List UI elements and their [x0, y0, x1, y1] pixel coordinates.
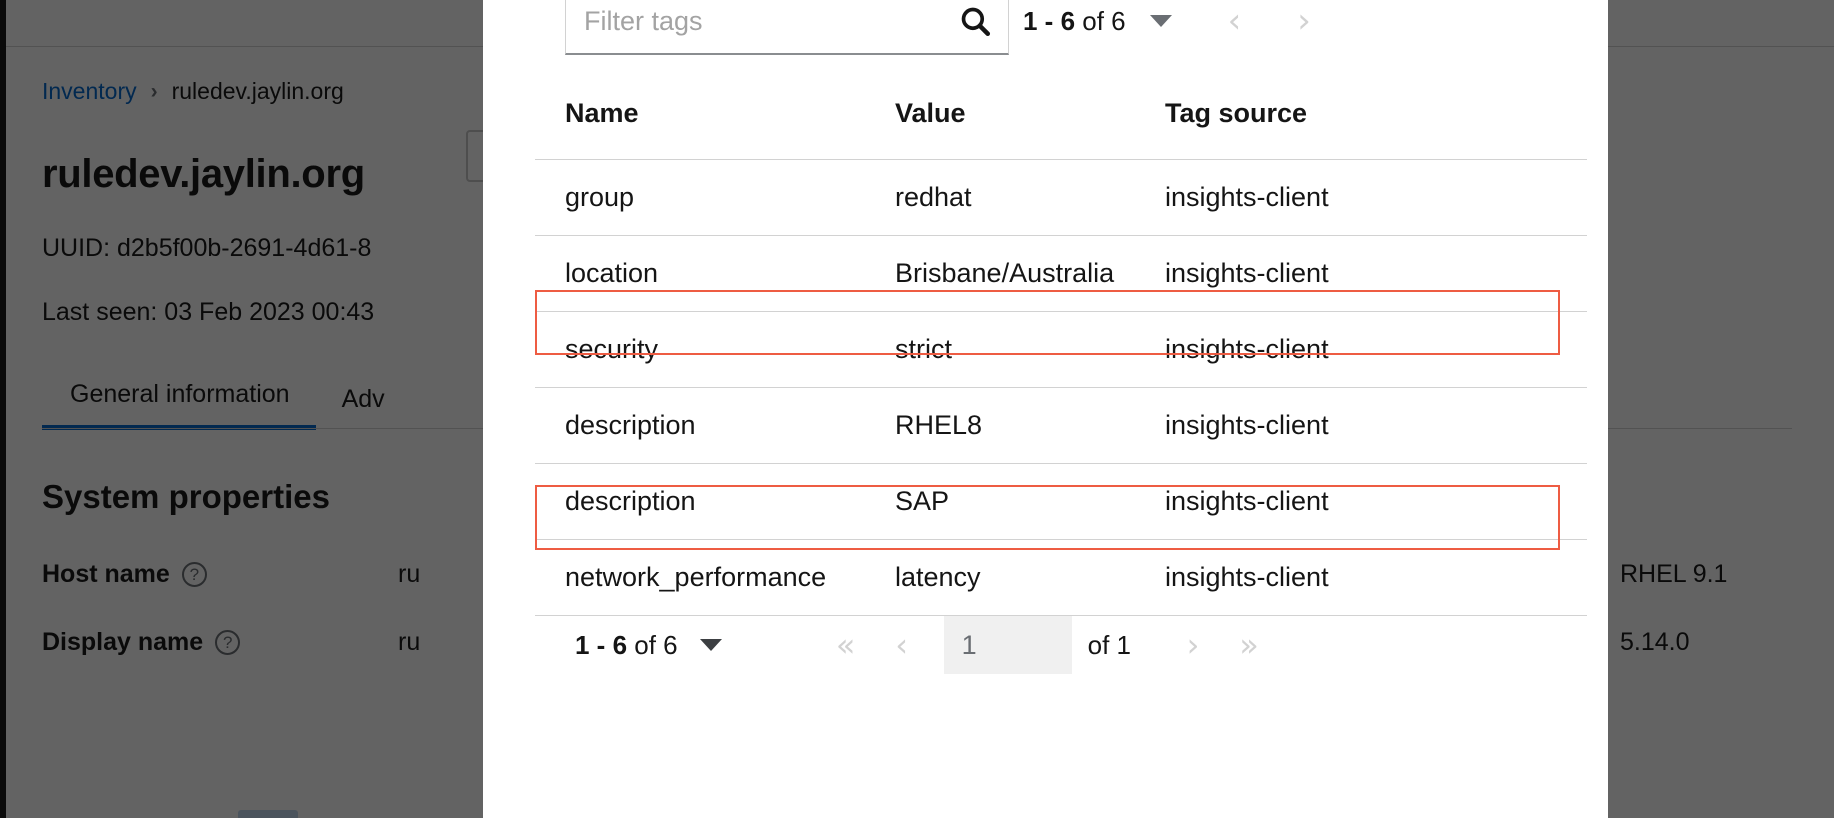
total-pages-label: of 1	[1087, 629, 1131, 660]
next-page-button[interactable]: ›	[1165, 617, 1221, 673]
search-icon	[961, 7, 991, 37]
cell-tag-source: insights-client	[1165, 539, 1587, 616]
cell-tag-value: RHEL8	[895, 387, 1165, 464]
tags-modal: 1 - 6 of 6 ‹ › Name Value Tag source gro…	[483, 0, 1608, 818]
cell-tag-source: insights-client	[1165, 387, 1587, 464]
last-page-button[interactable]: »	[1221, 617, 1277, 673]
page-number-field[interactable]	[943, 616, 1072, 674]
tags-toolbar: 1 - 6 of 6 ‹ ›	[483, 0, 1608, 70]
bottom-pagination-nav-left: « ‹	[818, 617, 930, 673]
bottom-pagination-range: 1 - 6	[575, 629, 628, 660]
top-pagination-nav: ‹ ›	[1228, 4, 1311, 38]
cell-tag-name: group	[535, 159, 895, 236]
table-row: security strict insights-client	[535, 311, 1587, 388]
search-input[interactable]	[566, 0, 972, 53]
cell-tag-source: insights-client	[1165, 311, 1587, 388]
first-page-button[interactable]: «	[818, 617, 874, 673]
cell-tag-value: Brisbane/Australia	[895, 235, 1165, 312]
next-page-button[interactable]: ›	[1297, 4, 1311, 38]
previous-page-button[interactable]: ‹	[874, 617, 930, 673]
cell-tag-name: network_performance	[535, 539, 895, 616]
table-row: group redhat insights-client	[535, 159, 1587, 236]
bottom-pagination-total: of 6	[627, 629, 678, 660]
cell-tag-name: location	[535, 235, 895, 312]
cell-tag-source: insights-client	[1165, 463, 1587, 540]
bottom-pagination-nav-right: › »	[1165, 617, 1277, 673]
top-pagination: 1 - 6 of 6 ‹ ›	[1023, 0, 1311, 52]
filter-tags-field[interactable]	[565, 0, 1009, 55]
cell-tag-source: insights-client	[1165, 159, 1587, 236]
previous-page-button[interactable]: ‹	[1228, 4, 1242, 38]
bottom-pagination-count: 1 - 6 of 6	[575, 630, 678, 661]
top-pagination-range: 1 - 6	[1023, 5, 1076, 36]
column-header-value: Value	[895, 98, 1165, 160]
chevron-down-icon[interactable]	[699, 639, 722, 651]
table-row: location Brisbane/Australia insights-cli…	[535, 235, 1587, 312]
table-row: network_performance latency insights-cli…	[535, 539, 1587, 616]
tags-table: Name Value Tag source group redhat insig…	[535, 98, 1587, 616]
tags-table-head: Name Value Tag source	[535, 98, 1587, 160]
cell-tag-name: description	[535, 463, 895, 540]
cell-tag-value: strict	[895, 311, 1165, 388]
screen: Inventory › ruledev.jaylin.org ruledev.j…	[0, 0, 1834, 818]
page-number-input[interactable]	[943, 616, 1072, 674]
tags-table-body: group redhat insights-client location Br…	[535, 159, 1587, 616]
cell-tag-name: security	[535, 311, 895, 388]
search-button[interactable]	[950, 0, 1000, 46]
column-header-name: Name	[535, 98, 895, 160]
table-row: description RHEL8 insights-client	[535, 387, 1587, 464]
top-pagination-total: of 6	[1075, 5, 1126, 36]
cell-tag-value: redhat	[895, 159, 1165, 236]
column-header-tag-source: Tag source	[1165, 98, 1587, 160]
table-row: description SAP insights-client	[535, 463, 1587, 540]
cell-tag-source: insights-client	[1165, 235, 1587, 312]
cell-tag-name: description	[535, 387, 895, 464]
cell-tag-value: latency	[895, 539, 1165, 616]
table-header-row: Name Value Tag source	[535, 98, 1587, 160]
bottom-pagination: 1 - 6 of 6 « ‹ of 1 › »	[575, 612, 1575, 678]
cell-tag-value: SAP	[895, 463, 1165, 540]
chevron-down-icon[interactable]	[1149, 15, 1172, 27]
top-pagination-count: 1 - 6 of 6	[1023, 6, 1126, 37]
